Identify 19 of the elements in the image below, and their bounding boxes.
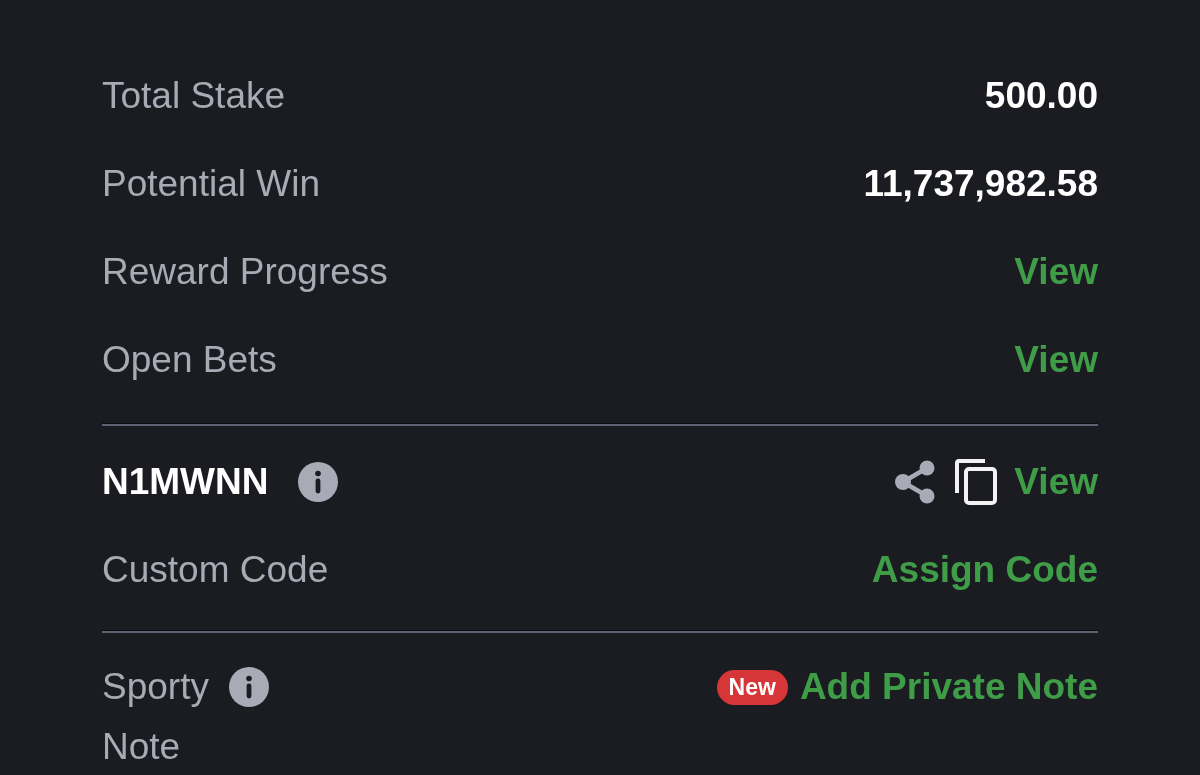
note-label: Sporty Note — [102, 665, 209, 769]
view-link[interactable]: View — [1014, 460, 1098, 504]
new-badge: New — [716, 669, 788, 705]
row-label: Reward Progress — [102, 250, 388, 294]
add-note-link[interactable]: Add Private Note — [799, 665, 1098, 709]
booking-code: N1MWNN — [102, 460, 269, 504]
view-link[interactable]: View — [1014, 250, 1098, 294]
row-label: Open Bets — [102, 338, 277, 382]
copy-icon[interactable] — [954, 459, 999, 505]
info-icon[interactable] — [298, 462, 339, 502]
assign-code-link[interactable]: Assign Code — [871, 548, 1098, 592]
row-label: Custom Code — [102, 548, 329, 592]
view-link[interactable]: View — [1014, 338, 1098, 382]
share-icon[interactable] — [894, 460, 937, 504]
info-icon[interactable] — [228, 667, 269, 707]
row-label: Total Stake — [102, 74, 286, 118]
row-label: Potential Win — [102, 162, 320, 206]
amount-value: 11,737,982.58 — [863, 162, 1098, 206]
amount-value: 500.00 — [984, 74, 1098, 118]
